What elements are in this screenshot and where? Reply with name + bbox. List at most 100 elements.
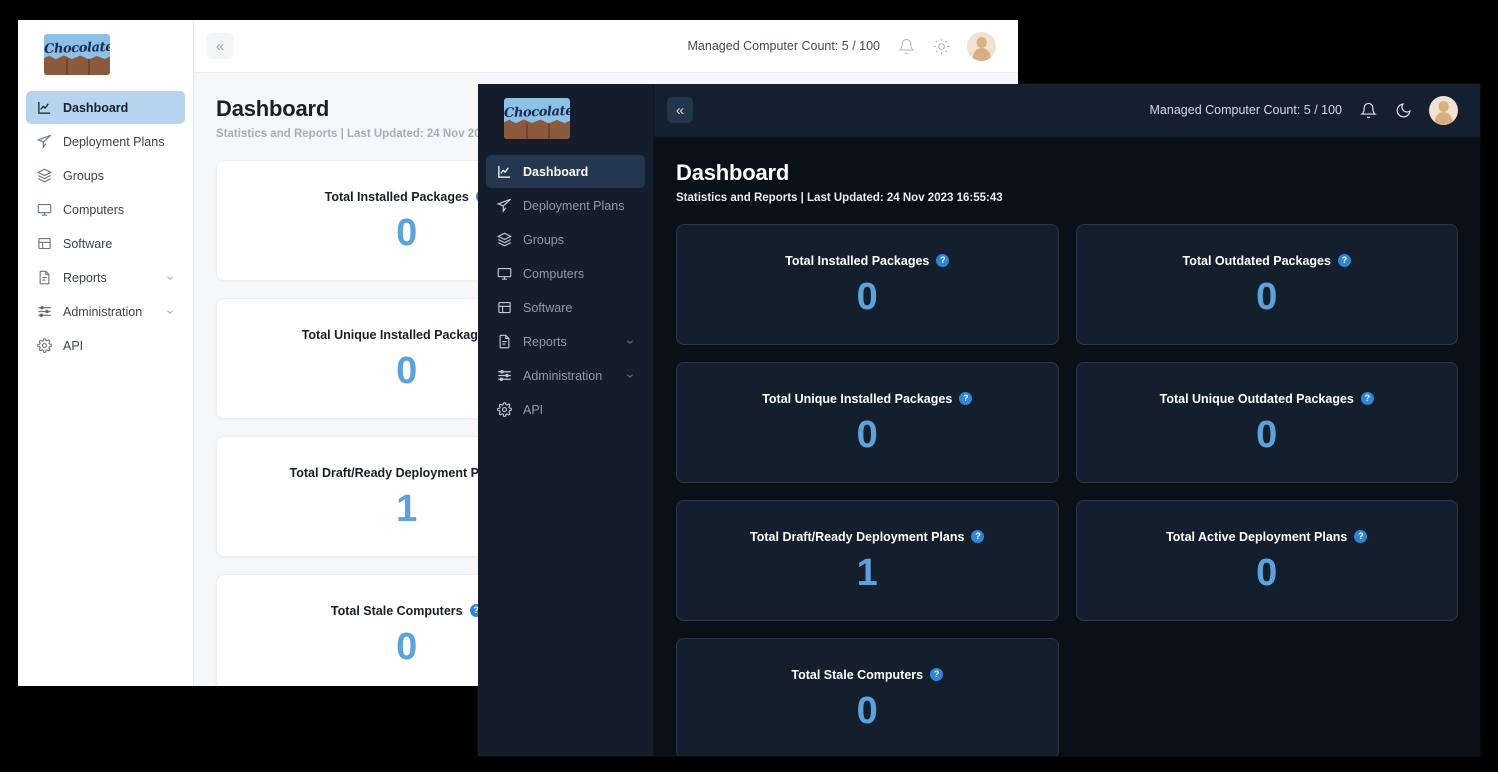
sidebar-item-software[interactable]: Software — [486, 291, 645, 324]
stat-card-title-text: Total Unique Installed Packages — [301, 327, 492, 342]
moon-icon[interactable] — [1394, 101, 1412, 119]
sidebar-item-dashboard[interactable]: Dashboard — [26, 91, 185, 124]
help-icon[interactable]: ? — [971, 530, 985, 543]
content-dark: Dashboard Statistics and Reports | Last … — [654, 137, 1480, 756]
help-icon[interactable]: ? — [936, 254, 950, 267]
sidebar-item-label: Computers — [523, 266, 585, 281]
sidebar-item-reports[interactable]: Reports — [26, 261, 185, 294]
sidebar-item-label: Dashboard — [523, 164, 589, 179]
stat-card-title: Total Stale Computers? — [791, 667, 944, 682]
bell-icon[interactable] — [897, 37, 915, 55]
sidebar-item-label: Reports — [523, 334, 567, 349]
monitor-icon — [36, 202, 52, 218]
stat-card-title: Total Stale Computers? — [331, 604, 483, 618]
sun-icon[interactable] — [932, 37, 950, 55]
stat-card: Total Draft/Ready Deployment Plans? 1 — [676, 500, 1059, 621]
logo-wordmark: Chocolatey — [44, 39, 110, 58]
stat-card-value: 1 — [396, 487, 418, 530]
sidebar-item-label: Software — [63, 236, 113, 251]
collapse-sidebar-button[interactable]: « — [207, 33, 233, 59]
paper-plane-icon — [36, 134, 52, 150]
grid-icon — [496, 300, 512, 316]
stat-card: Total Unique Outdated Packages? 0 — [1075, 362, 1458, 483]
stat-card: Total Active Deployment Plans? 0 — [1075, 500, 1458, 621]
help-icon[interactable]: ? — [1360, 392, 1374, 405]
sidebar-item-label: Dashboard — [63, 100, 129, 115]
stat-card-value: 1 — [856, 551, 878, 594]
stat-card-value: 0 — [396, 211, 418, 254]
chevron-down-icon[interactable] — [165, 273, 175, 283]
stat-card-title-text: Total Draft/Ready Deployment Plans — [289, 465, 504, 480]
sidebar-item-label: Reports — [63, 270, 107, 285]
page-title: Dashboard — [676, 160, 790, 185]
stat-card-title-text: Total Stale Computers — [791, 667, 924, 682]
sidebar-item-deployment-plans[interactable]: Deployment Plans — [26, 125, 185, 158]
sidebar-item-label: API — [523, 402, 544, 417]
logo-container-dark[interactable]: Chocolatey — [478, 84, 653, 155]
page-subtitle: Statistics and Reports | Last Updated: 2… — [676, 192, 1003, 204]
chart-line-icon — [496, 164, 512, 180]
nav-light: Dashboard Deployment Plans Groups Computers… — [18, 91, 193, 362]
stat-cards-dark: Total Installed Packages? 0 Total Outdated… — [676, 224, 1458, 756]
sidebar-item-groups[interactable]: Groups — [486, 223, 645, 256]
sidebar-item-groups[interactable]: Groups — [26, 159, 185, 192]
sidebar-item-administration[interactable]: Administration — [486, 359, 645, 392]
help-icon[interactable]: ? — [1354, 530, 1368, 543]
stat-card-value: 0 — [396, 625, 418, 668]
sliders-icon — [36, 304, 52, 320]
sidebar-item-computers[interactable]: Computers — [486, 257, 645, 290]
user-avatar[interactable] — [967, 31, 996, 61]
layers-icon — [496, 232, 512, 248]
sidebar-item-api[interactable]: API — [486, 393, 645, 426]
collapse-sidebar-button[interactable]: « — [667, 97, 693, 123]
sidebar-item-label: Computers — [63, 202, 125, 217]
logo-wordmark: Chocolatey — [504, 103, 570, 122]
stat-card-title-text: Total Installed Packages — [785, 253, 930, 268]
logo-chocolate-bar — [504, 123, 570, 139]
stat-card: Total Unique Installed Packages? 0 — [676, 362, 1059, 483]
stat-card-value: 0 — [856, 689, 878, 732]
sidebar-item-software[interactable]: Software — [26, 227, 185, 260]
sidebar-item-computers[interactable]: Computers — [26, 193, 185, 226]
bell-icon[interactable] — [1359, 101, 1377, 119]
chocolatey-logo: Chocolatey — [44, 34, 110, 75]
stat-card-title-text: Total Installed Packages — [324, 189, 469, 204]
help-icon[interactable]: ? — [959, 392, 973, 405]
user-avatar[interactable] — [1429, 95, 1458, 125]
stat-card-title-text: Total Stale Computers — [330, 603, 463, 618]
sidebar-light: Chocolatey Dashboard Deployment Plans Grou… — [18, 20, 194, 686]
stat-card-title: Total Installed Packages? — [325, 190, 489, 204]
help-icon[interactable]: ? — [930, 668, 944, 681]
sidebar-item-label: Administration — [63, 304, 143, 319]
stat-card: Total Outdated Packages? 0 — [1075, 224, 1458, 345]
stat-card-value: 0 — [1256, 413, 1278, 456]
sidebar-item-reports[interactable]: Reports — [486, 325, 645, 358]
logo-container[interactable]: Chocolatey — [18, 20, 193, 91]
chevron-down-icon[interactable] — [625, 337, 635, 347]
stat-card-title: Total Unique Outdated Packages? — [1160, 392, 1374, 406]
document-icon — [36, 270, 52, 286]
stat-card-title-text: Total Active Deployment Plans — [1166, 529, 1348, 544]
sidebar-item-administration[interactable]: Administration — [26, 295, 185, 328]
monitor-icon — [496, 266, 512, 282]
help-icon[interactable]: ? — [1337, 254, 1351, 267]
stat-card: Total Stale Computers? 0 — [676, 638, 1059, 756]
sidebar-item-deployment-plans[interactable]: Deployment Plans — [486, 189, 645, 222]
chevron-down-icon[interactable] — [625, 371, 635, 381]
sidebar-item-dashboard[interactable]: Dashboard — [486, 155, 645, 188]
document-icon — [496, 334, 512, 350]
stat-card-title-text: Total Unique Outdated Packages — [1159, 391, 1354, 406]
sidebar-item-label: Deployment Plans — [63, 134, 165, 149]
stat-card-value: 0 — [856, 275, 878, 318]
stat-card-title: Total Unique Installed Packages? — [762, 392, 973, 406]
grid-icon — [36, 236, 52, 252]
stat-card-value: 0 — [856, 413, 878, 456]
chevron-down-icon[interactable] — [165, 307, 175, 317]
sidebar-item-label: Groups — [523, 232, 564, 247]
sidebar-item-api[interactable]: API — [26, 329, 185, 362]
stat-card-title: Total Installed Packages? — [785, 253, 950, 268]
stat-card-title: Total Active Deployment Plans? — [1166, 529, 1368, 544]
stat-card-value: 0 — [1256, 275, 1278, 318]
sidebar-item-label: Deployment Plans — [523, 198, 625, 213]
managed-computer-count: Managed Computer Count: 5 / 100 — [687, 39, 880, 53]
